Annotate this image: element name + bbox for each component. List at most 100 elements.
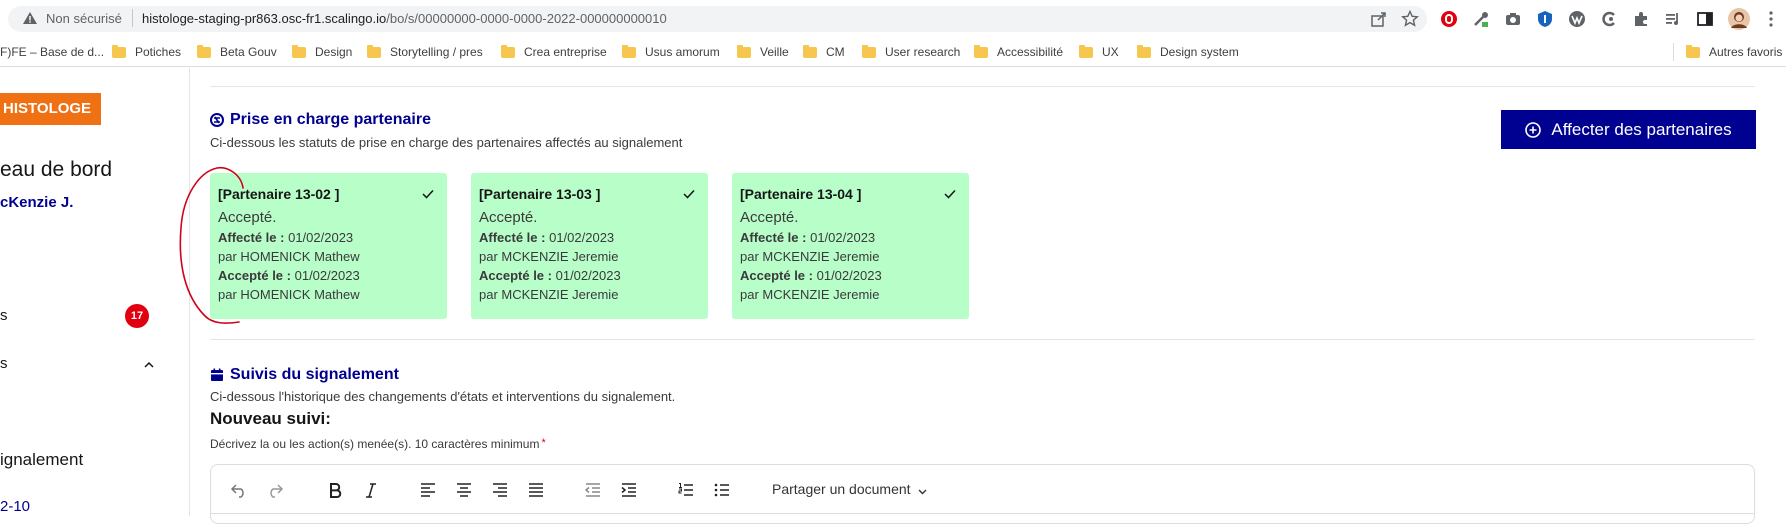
url-host: histologe-staging-pr863.osc-fr1.scalingo… xyxy=(142,11,387,26)
rich-text-editor[interactable]: Partager un document xyxy=(210,464,1755,524)
sidebar-item-group[interactable]: s xyxy=(0,355,8,372)
bookmark-item[interactable]: Accessibilité xyxy=(974,44,1063,59)
browser-address-bar: Non sécurisé histologe-staging-pr863.osc… xyxy=(0,0,1786,37)
bullet-list-icon[interactable] xyxy=(712,480,732,500)
assigned-label: Affecté le : xyxy=(740,230,807,245)
bookmark-item[interactable]: Potiches xyxy=(112,44,182,59)
folder-icon xyxy=(974,44,988,58)
sidepanel-icon[interactable] xyxy=(1696,10,1714,28)
editor-toolbar: Partager un document xyxy=(211,465,1754,513)
bookmark-label: Potiches xyxy=(135,45,182,59)
chevron-up-icon[interactable] xyxy=(143,358,155,370)
share-document-dropdown[interactable]: Partager un document xyxy=(772,481,928,497)
followups-description: Ci-dessous l'historique des changements … xyxy=(210,389,676,404)
media-icon[interactable] xyxy=(1664,10,1682,28)
indent-icon[interactable] xyxy=(619,480,639,500)
numbered-list-icon[interactable] xyxy=(676,480,696,500)
bookmark-label: CM xyxy=(826,45,845,59)
logo[interactable]: HISTOLOGE xyxy=(0,93,101,125)
accepted-by: par MCKENZIE Jeremie xyxy=(740,287,880,302)
accepted-date-line: Accepté le : 01/02/2023 xyxy=(479,268,700,283)
accepted-date: 01/02/2023 xyxy=(294,268,360,283)
folder-icon xyxy=(501,44,515,58)
folder-icon xyxy=(1686,44,1700,58)
assign-partners-label: Affecter des partenaires xyxy=(1551,119,1732,139)
calendar-icon xyxy=(210,368,224,382)
folder-icon xyxy=(1137,44,1151,58)
partner-name: [Partenaire 13-04 ] xyxy=(740,186,862,202)
assigned-by: par HOMENICK Mathew xyxy=(218,249,360,264)
folder-icon xyxy=(367,44,381,58)
check-icon xyxy=(421,188,435,200)
bookmark-other[interactable]: Autres favoris xyxy=(1686,44,1783,59)
redo-icon[interactable] xyxy=(265,480,285,500)
sidebar-item-reference[interactable]: 2-10 xyxy=(0,498,30,515)
extension-red-icon[interactable] xyxy=(1440,10,1458,28)
align-center-icon[interactable] xyxy=(454,480,474,500)
bookmark-item[interactable]: CM xyxy=(803,44,845,59)
bookmark-item[interactable]: Beta Gouv xyxy=(197,44,277,59)
accepted-label: Accepté le : xyxy=(740,268,813,283)
url-text[interactable]: histologe-staging-pr863.osc-fr1.scalingo… xyxy=(142,11,667,26)
bookmark-item[interactable]: UX xyxy=(1079,44,1119,59)
bookmark-label: Veille xyxy=(760,45,789,59)
bookmark-item[interactable]: User research xyxy=(862,44,960,59)
bookmark-item[interactable]: Crea entreprise xyxy=(501,44,607,59)
bookmark-label: Usus amorum xyxy=(645,45,720,59)
refresh-extension-icon[interactable] xyxy=(1600,10,1618,28)
assigned-by: par MCKENZIE Jeremie xyxy=(740,249,880,264)
followups-title-text: Suivis du signalement xyxy=(230,366,399,383)
bookmark-item[interactable]: F)FE – Base de d... xyxy=(0,45,104,59)
security-status[interactable]: Non sécurisé xyxy=(46,11,122,26)
italic-icon[interactable] xyxy=(361,480,381,500)
assigned-date-line: Affecté le : 01/02/2023 xyxy=(479,230,700,245)
followups-section-title: Suivis du signalement xyxy=(210,366,399,384)
chevron-down-icon xyxy=(917,484,928,495)
assign-partners-button[interactable]: Affecter des partenaires xyxy=(1501,110,1756,149)
dashboard-title[interactable]: eau de bord xyxy=(0,158,112,182)
camera-icon[interactable] xyxy=(1504,10,1522,28)
url-path: /bo/s/00000000-0000-0000-2022-0000000000… xyxy=(386,11,667,26)
undo-icon[interactable] xyxy=(229,480,249,500)
bold-icon[interactable] xyxy=(325,480,345,500)
outdent-icon[interactable] xyxy=(583,480,603,500)
bookmark-label: Storytelling / pres xyxy=(390,45,483,59)
bookmark-item[interactable]: Storytelling / pres xyxy=(367,44,483,59)
align-justify-icon[interactable] xyxy=(526,480,546,500)
plus-circle-icon xyxy=(1525,121,1542,138)
bookmark-label: Autres favoris xyxy=(1709,45,1783,59)
partner-status: Accepté. xyxy=(740,209,799,226)
partners-description: Ci-dessous les statuts de prise en charg… xyxy=(210,135,683,150)
sidebar-item-signalement[interactable]: ignalement xyxy=(0,450,83,470)
bookmark-label: Beta Gouv xyxy=(220,45,277,59)
folder-icon xyxy=(1079,44,1093,58)
align-right-icon[interactable] xyxy=(490,480,510,500)
eyedropper-icon[interactable] xyxy=(1472,10,1490,28)
align-left-icon[interactable] xyxy=(418,480,438,500)
warning-icon[interactable] xyxy=(22,11,38,25)
bookmark-item[interactable]: Veille xyxy=(737,44,789,59)
assigned-by: par MCKENZIE Jeremie xyxy=(479,249,619,264)
wordpress-icon[interactable] xyxy=(1568,10,1586,28)
avatar[interactable] xyxy=(1728,8,1750,30)
puzzle-icon[interactable] xyxy=(1632,10,1650,28)
star-icon[interactable] xyxy=(1401,10,1419,28)
accepted-date-line: Accepté le : 01/02/2023 xyxy=(740,268,961,283)
section-divider xyxy=(210,339,1755,340)
user-name[interactable]: cKenzie J. xyxy=(0,194,73,211)
bookmark-item[interactable]: Design xyxy=(292,44,352,59)
share-icon[interactable] xyxy=(1370,10,1388,28)
menu-dots-icon[interactable] xyxy=(1762,10,1780,28)
new-followup-title: Nouveau suivi: xyxy=(210,409,331,428)
partner-card: [Partenaire 13-04 ] Accepté. Affecté le … xyxy=(732,173,969,319)
shield-icon[interactable] xyxy=(1536,10,1554,28)
assigned-date-line: Affecté le : 01/02/2023 xyxy=(740,230,961,245)
sidebar-item-signalements[interactable]: s xyxy=(0,307,8,324)
partners-title-text: Prise en charge partenaire xyxy=(230,111,431,128)
bookmark-item[interactable]: Usus amorum xyxy=(622,44,720,59)
required-mark: * xyxy=(541,437,546,449)
assigned-date: 01/02/2023 xyxy=(810,230,876,245)
folder-icon xyxy=(292,44,306,58)
partners-section-title: Prise en charge partenaire xyxy=(210,111,431,129)
bookmark-item[interactable]: Design system xyxy=(1137,44,1239,59)
